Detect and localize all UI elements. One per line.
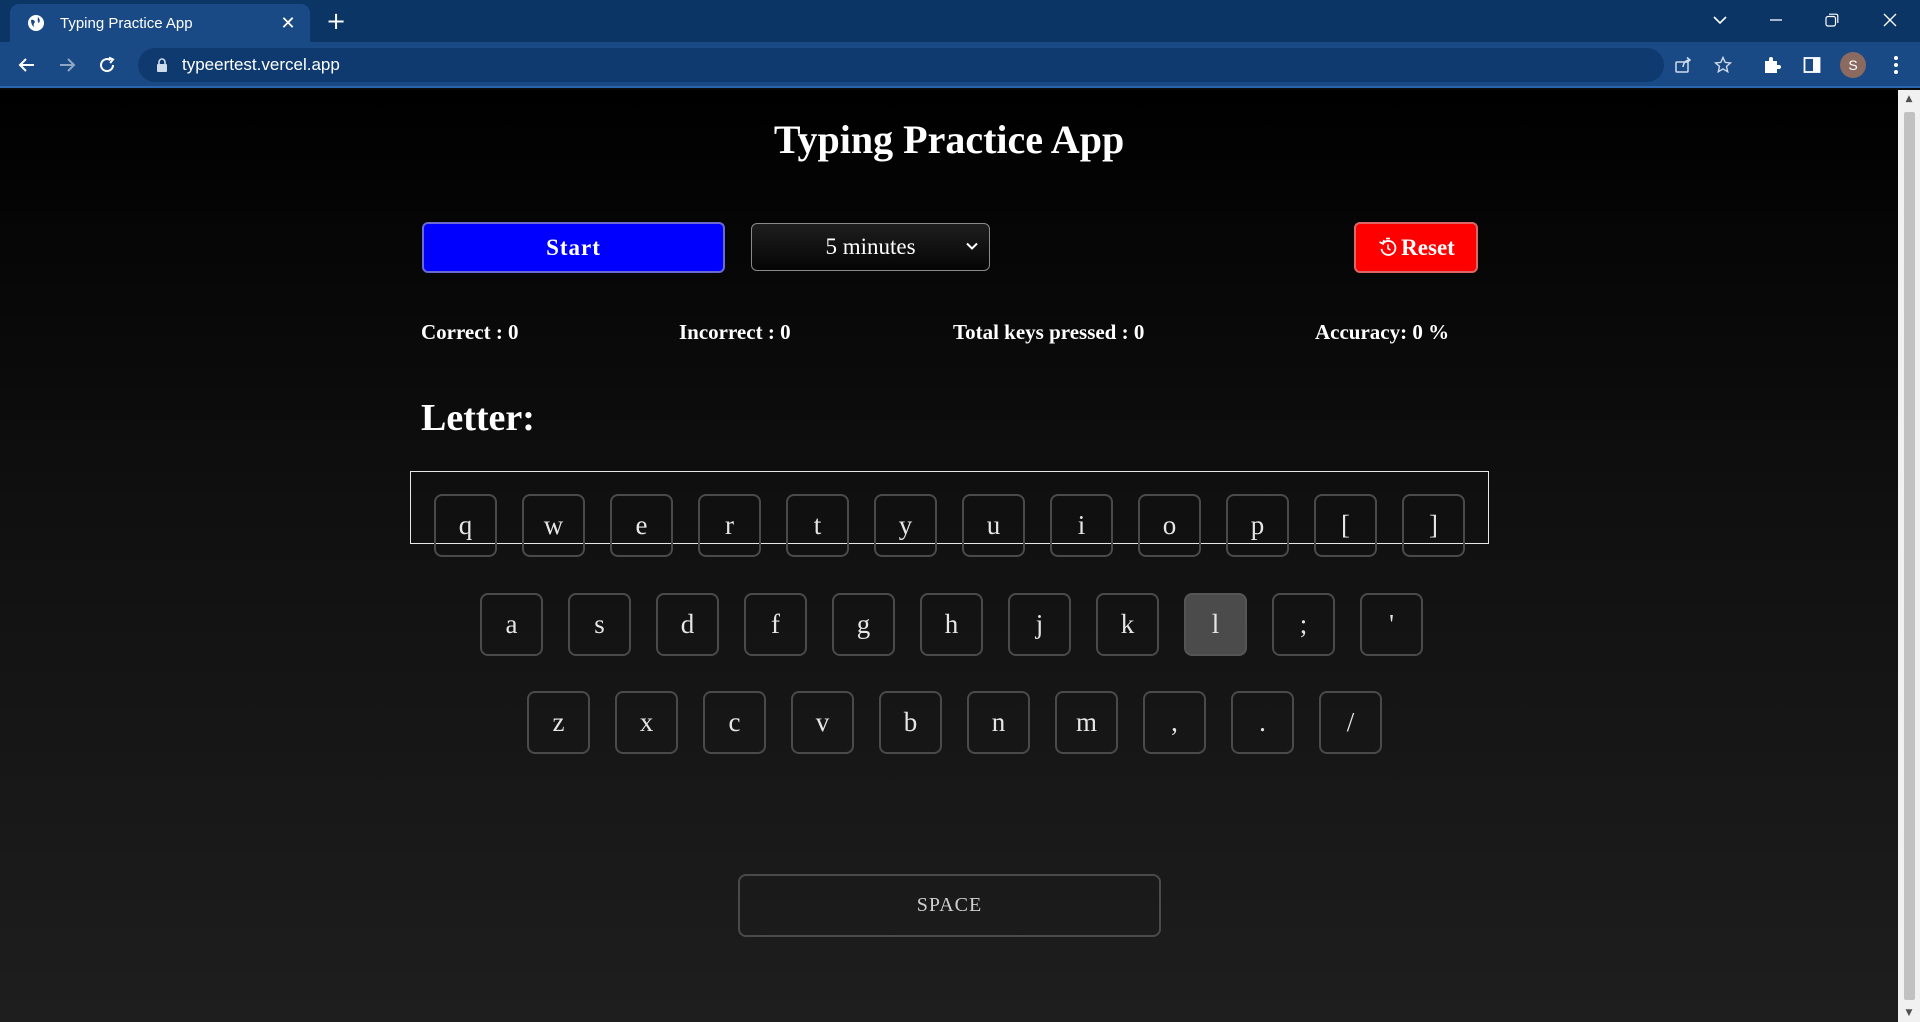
bookmark-star-icon[interactable] bbox=[1711, 53, 1735, 77]
key-row1-2[interactable]: e bbox=[610, 494, 673, 557]
browser-title-bar: Typing Practice App ✕ + bbox=[0, 0, 1920, 42]
key-row3-3[interactable]: v bbox=[791, 691, 854, 754]
extensions-icon[interactable] bbox=[1760, 53, 1784, 77]
kebab-menu-icon[interactable] bbox=[1884, 53, 1908, 77]
browser-toolbar: typeertest.vercel.app S bbox=[0, 42, 1920, 88]
reset-clock-icon bbox=[1379, 237, 1397, 256]
lock-icon[interactable] bbox=[154, 56, 170, 74]
key-row2-8[interactable]: l bbox=[1184, 593, 1247, 656]
vertical-scrollbar[interactable]: ▲ ▼ bbox=[1898, 90, 1920, 1022]
key-row3-1[interactable]: x bbox=[615, 691, 678, 754]
key-row1-11[interactable]: ] bbox=[1402, 494, 1465, 557]
key-row3-9[interactable]: / bbox=[1319, 691, 1382, 754]
key-row2-6[interactable]: j bbox=[1008, 593, 1071, 656]
close-window-icon[interactable] bbox=[1862, 0, 1918, 40]
scroll-up-arrow-icon[interactable]: ▲ bbox=[1898, 90, 1920, 108]
key-row3-4[interactable]: b bbox=[879, 691, 942, 754]
key-row1-6[interactable]: u bbox=[962, 494, 1025, 557]
key-row3-0[interactable]: z bbox=[527, 691, 590, 754]
scrollbar-thumb[interactable] bbox=[1904, 112, 1915, 1000]
stat-total-keys: Total keys pressed : 0 bbox=[953, 320, 1145, 344]
reload-icon[interactable] bbox=[91, 49, 123, 81]
duration-select[interactable]: 5 minutes bbox=[751, 223, 990, 271]
chevron-down-icon bbox=[966, 242, 978, 250]
globe-icon bbox=[26, 13, 46, 33]
key-row1-9[interactable]: p bbox=[1226, 494, 1289, 557]
url-text: typeertest.vercel.app bbox=[182, 55, 340, 74]
key-row1-4[interactable]: t bbox=[786, 494, 849, 557]
page-viewport: Typing Practice App Start 5 minutes Rese… bbox=[0, 90, 1898, 1022]
key-row3-5[interactable]: n bbox=[967, 691, 1030, 754]
key-row1-3[interactable]: r bbox=[698, 494, 761, 557]
key-row2-5[interactable]: h bbox=[920, 593, 983, 656]
profile-avatar[interactable]: S bbox=[1840, 52, 1866, 78]
key-row1-1[interactable]: w bbox=[522, 494, 585, 557]
key-row1-7[interactable]: i bbox=[1050, 494, 1113, 557]
stat-incorrect: Incorrect : 0 bbox=[679, 320, 791, 344]
key-row3-6[interactable]: m bbox=[1055, 691, 1118, 754]
restore-icon[interactable] bbox=[1804, 0, 1860, 40]
page-title: Typing Practice App bbox=[773, 117, 1125, 162]
key-row3-7[interactable]: , bbox=[1143, 691, 1206, 754]
reset-label: Reset bbox=[1401, 234, 1455, 260]
forward-arrow-icon[interactable] bbox=[51, 49, 83, 81]
key-row1-8[interactable]: o bbox=[1138, 494, 1201, 557]
browser-tab[interactable]: Typing Practice App ✕ bbox=[10, 4, 310, 42]
key-row2-7[interactable]: k bbox=[1096, 593, 1159, 656]
address-bar[interactable]: typeertest.vercel.app bbox=[138, 48, 1732, 82]
duration-selected-value: 5 minutes bbox=[825, 234, 916, 259]
start-button[interactable]: Start bbox=[422, 222, 725, 273]
key-space[interactable]: SPACE bbox=[738, 874, 1161, 937]
tab-close-icon[interactable]: ✕ bbox=[278, 13, 298, 34]
tab-title: Typing Practice App bbox=[60, 14, 193, 32]
new-tab-button[interactable]: + bbox=[322, 8, 350, 36]
key-row1-10[interactable]: [ bbox=[1314, 494, 1377, 557]
minimize-icon[interactable] bbox=[1748, 0, 1804, 40]
key-row3-2[interactable]: c bbox=[703, 691, 766, 754]
key-row1-0[interactable]: q bbox=[434, 494, 497, 557]
key-row2-3[interactable]: f bbox=[744, 593, 807, 656]
key-row1-5[interactable]: y bbox=[874, 494, 937, 557]
scroll-down-arrow-icon[interactable]: ▼ bbox=[1898, 1004, 1920, 1022]
tab-search-icon[interactable] bbox=[1692, 0, 1748, 40]
reset-button[interactable]: Reset bbox=[1354, 222, 1478, 273]
key-row2-9[interactable]: ; bbox=[1272, 593, 1335, 656]
key-row2-1[interactable]: s bbox=[568, 593, 631, 656]
stat-correct: Correct : 0 bbox=[421, 320, 519, 344]
key-row2-0[interactable]: a bbox=[480, 593, 543, 656]
stat-accuracy: Accuracy: 0 % bbox=[1315, 320, 1450, 344]
key-row2-4[interactable]: g bbox=[832, 593, 895, 656]
letter-label: Letter: bbox=[421, 397, 535, 439]
share-icon[interactable] bbox=[1671, 53, 1695, 77]
back-arrow-icon[interactable] bbox=[11, 49, 43, 81]
key-row3-8[interactable]: . bbox=[1231, 691, 1294, 754]
side-panel-icon[interactable] bbox=[1800, 53, 1824, 77]
key-row2-2[interactable]: d bbox=[656, 593, 719, 656]
key-row2-10[interactable]: ' bbox=[1360, 593, 1423, 656]
